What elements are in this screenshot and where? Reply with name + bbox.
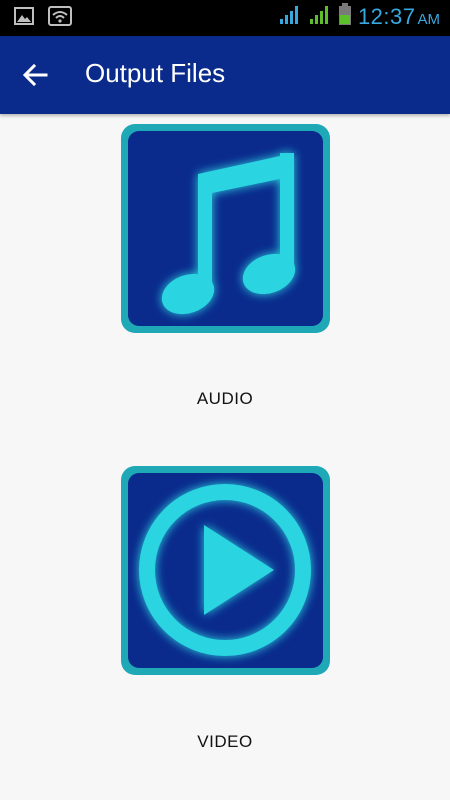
audio-label: AUDIO [196, 389, 254, 408]
video-label: VIDEO [197, 732, 253, 751]
wifi-icon [48, 6, 72, 31]
status-ampm: AM [417, 10, 441, 28]
back-button[interactable] [20, 60, 56, 92]
battery-icon [338, 2, 352, 31]
signal-icon [278, 2, 302, 31]
status-bar: 12:37 AM [0, 0, 450, 36]
output-files-list: AUDIO VIDEO [0, 114, 450, 800]
status-time: 12:37 [357, 3, 416, 29]
audio-button[interactable] [121, 124, 330, 333]
image-icon [14, 7, 34, 30]
video-button[interactable] [121, 466, 330, 675]
page-title: Output Files [85, 58, 226, 88]
play-icon [128, 473, 323, 668]
music-note-icon [128, 131, 323, 326]
app-bar: Output Files [0, 36, 450, 114]
signal-icon [308, 2, 332, 31]
arrow-left-icon [20, 63, 50, 94]
